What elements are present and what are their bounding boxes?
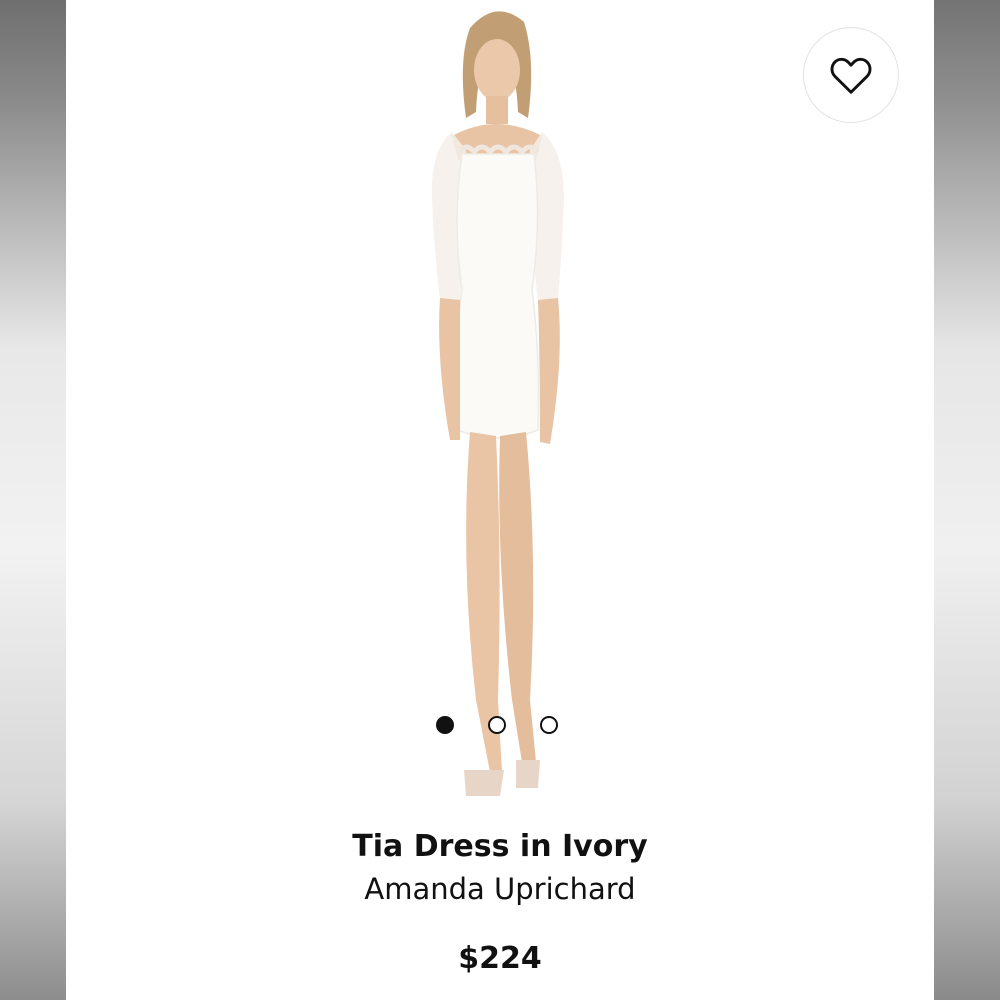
right-blur-border <box>934 0 1000 1000</box>
product-card: Tia Dress in Ivory Amanda Uprichard $224 <box>66 0 934 1000</box>
carousel-dot-2[interactable] <box>488 716 506 734</box>
product-brand[interactable]: Amanda Uprichard <box>66 872 934 906</box>
product-price: $224 <box>458 941 542 976</box>
favorite-button[interactable] <box>803 27 899 123</box>
product-image[interactable] <box>366 0 626 812</box>
heart-outline-icon <box>830 57 872 94</box>
carousel-dot-1[interactable] <box>436 716 454 734</box>
left-blur-border <box>0 0 66 1000</box>
carousel-dot-3[interactable] <box>540 716 558 734</box>
product-title[interactable]: Tia Dress in Ivory <box>66 829 934 864</box>
carousel-indicators <box>436 714 576 736</box>
